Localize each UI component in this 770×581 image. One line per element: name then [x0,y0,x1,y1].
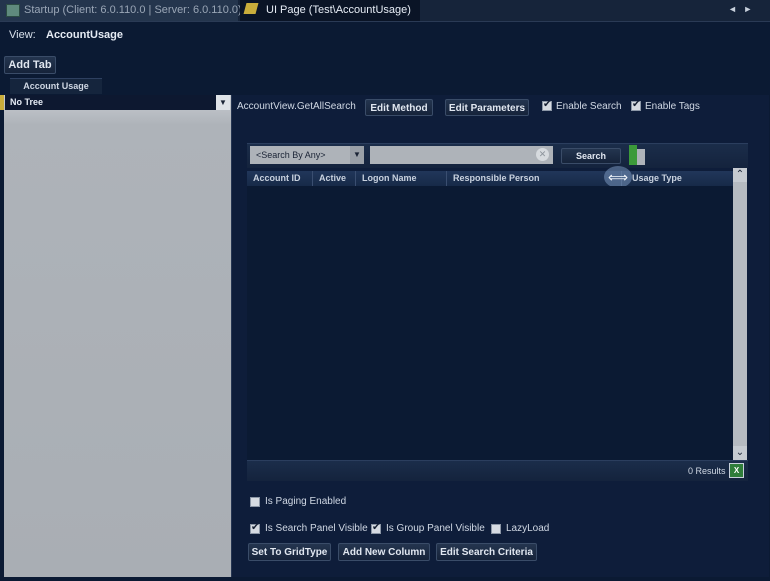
group-panel-label: Is Group Panel Visible [386,523,485,534]
edit-parameters-button[interactable]: Edit Parameters [445,99,529,116]
tab-ui-page-label: UI Page (Test\AccountUsage) [266,4,411,16]
enable-search-label: Enable Search [556,101,622,112]
grid-header: Account ID Active Logon Name Responsible… [247,171,733,187]
tree-dropdown[interactable]: No Tree ▼ [5,95,230,110]
add-new-column-button[interactable]: Add New Column [338,543,430,561]
search-button[interactable]: Search [561,148,621,164]
grid-body[interactable] [247,186,733,460]
resize-cursor-icon: ⟺ [604,166,632,188]
chevron-down-icon[interactable]: ▼ [350,146,364,164]
enable-tags-label: Enable Tags [645,101,700,112]
search-panel-checkbox[interactable] [250,522,260,534]
view-value: AccountUsage [46,29,124,41]
vertical-scrollbar[interactable]: ⌃ ⌄ [733,168,747,460]
search-panel-label: Is Search Panel Visible [265,523,368,534]
column-header[interactable]: Responsible Person [447,171,622,186]
tree-dropdown-value: No Tree [10,97,44,107]
paging-checkbox[interactable] [250,497,260,507]
clear-icon[interactable]: ✕ [536,148,549,161]
ui-page-icon [243,3,259,14]
paging-label: Is Paging Enabled [265,496,347,507]
tab-startup[interactable]: Startup (Client: 6.0.110.0 | Server: 6.0… [0,0,242,21]
scroll-down-icon[interactable]: ⌄ [733,446,747,460]
column-chooser-grey [637,149,645,165]
edit-method-button[interactable]: Edit Method [365,99,433,116]
column-header[interactable]: Logon Name [356,171,447,186]
tab-ui-page[interactable]: UI Page (Test\AccountUsage) [240,0,420,21]
group-panel-checkbox[interactable] [371,522,381,534]
column-header[interactable]: Account ID [247,171,313,186]
view-label: View: [9,29,36,41]
enable-search-checkbox[interactable] [542,99,552,111]
tree-marker [0,95,4,110]
scroll-up-icon[interactable]: ⌃ [733,168,747,182]
startup-icon [6,4,20,17]
tab-startup-label: Startup (Client: 6.0.110.0 | Server: 6.0… [24,4,242,16]
edit-search-criteria-button[interactable]: Edit Search Criteria [436,543,537,561]
search-input[interactable] [370,146,553,164]
export-excel-icon[interactable]: X [729,463,744,478]
lazyload-checkbox[interactable] [491,524,501,534]
tab-account-usage[interactable]: Account Usage [10,78,102,94]
column-chooser-green [629,145,637,165]
grid-footer [247,460,748,481]
results-count: 0 Results [688,466,726,476]
add-tab-button[interactable]: Add Tab [4,56,56,74]
set-to-gridtype-button[interactable]: Set To GridType [248,543,331,561]
tree-panel [4,95,231,577]
column-header[interactable]: Usage Type [622,171,733,186]
enable-tags-checkbox[interactable] [631,99,641,111]
search-by-select[interactable]: <Search By Any> [250,146,350,164]
column-header[interactable]: Active [313,171,356,186]
tab-scroll-arrows-icon[interactable]: ◄ ► [728,4,754,14]
chevron-down-icon[interactable]: ▼ [216,95,230,110]
method-name: AccountView.GetAllSearch [237,101,356,112]
column-chooser-icon[interactable] [629,145,645,165]
lazyload-label: LazyLoad [506,523,550,534]
